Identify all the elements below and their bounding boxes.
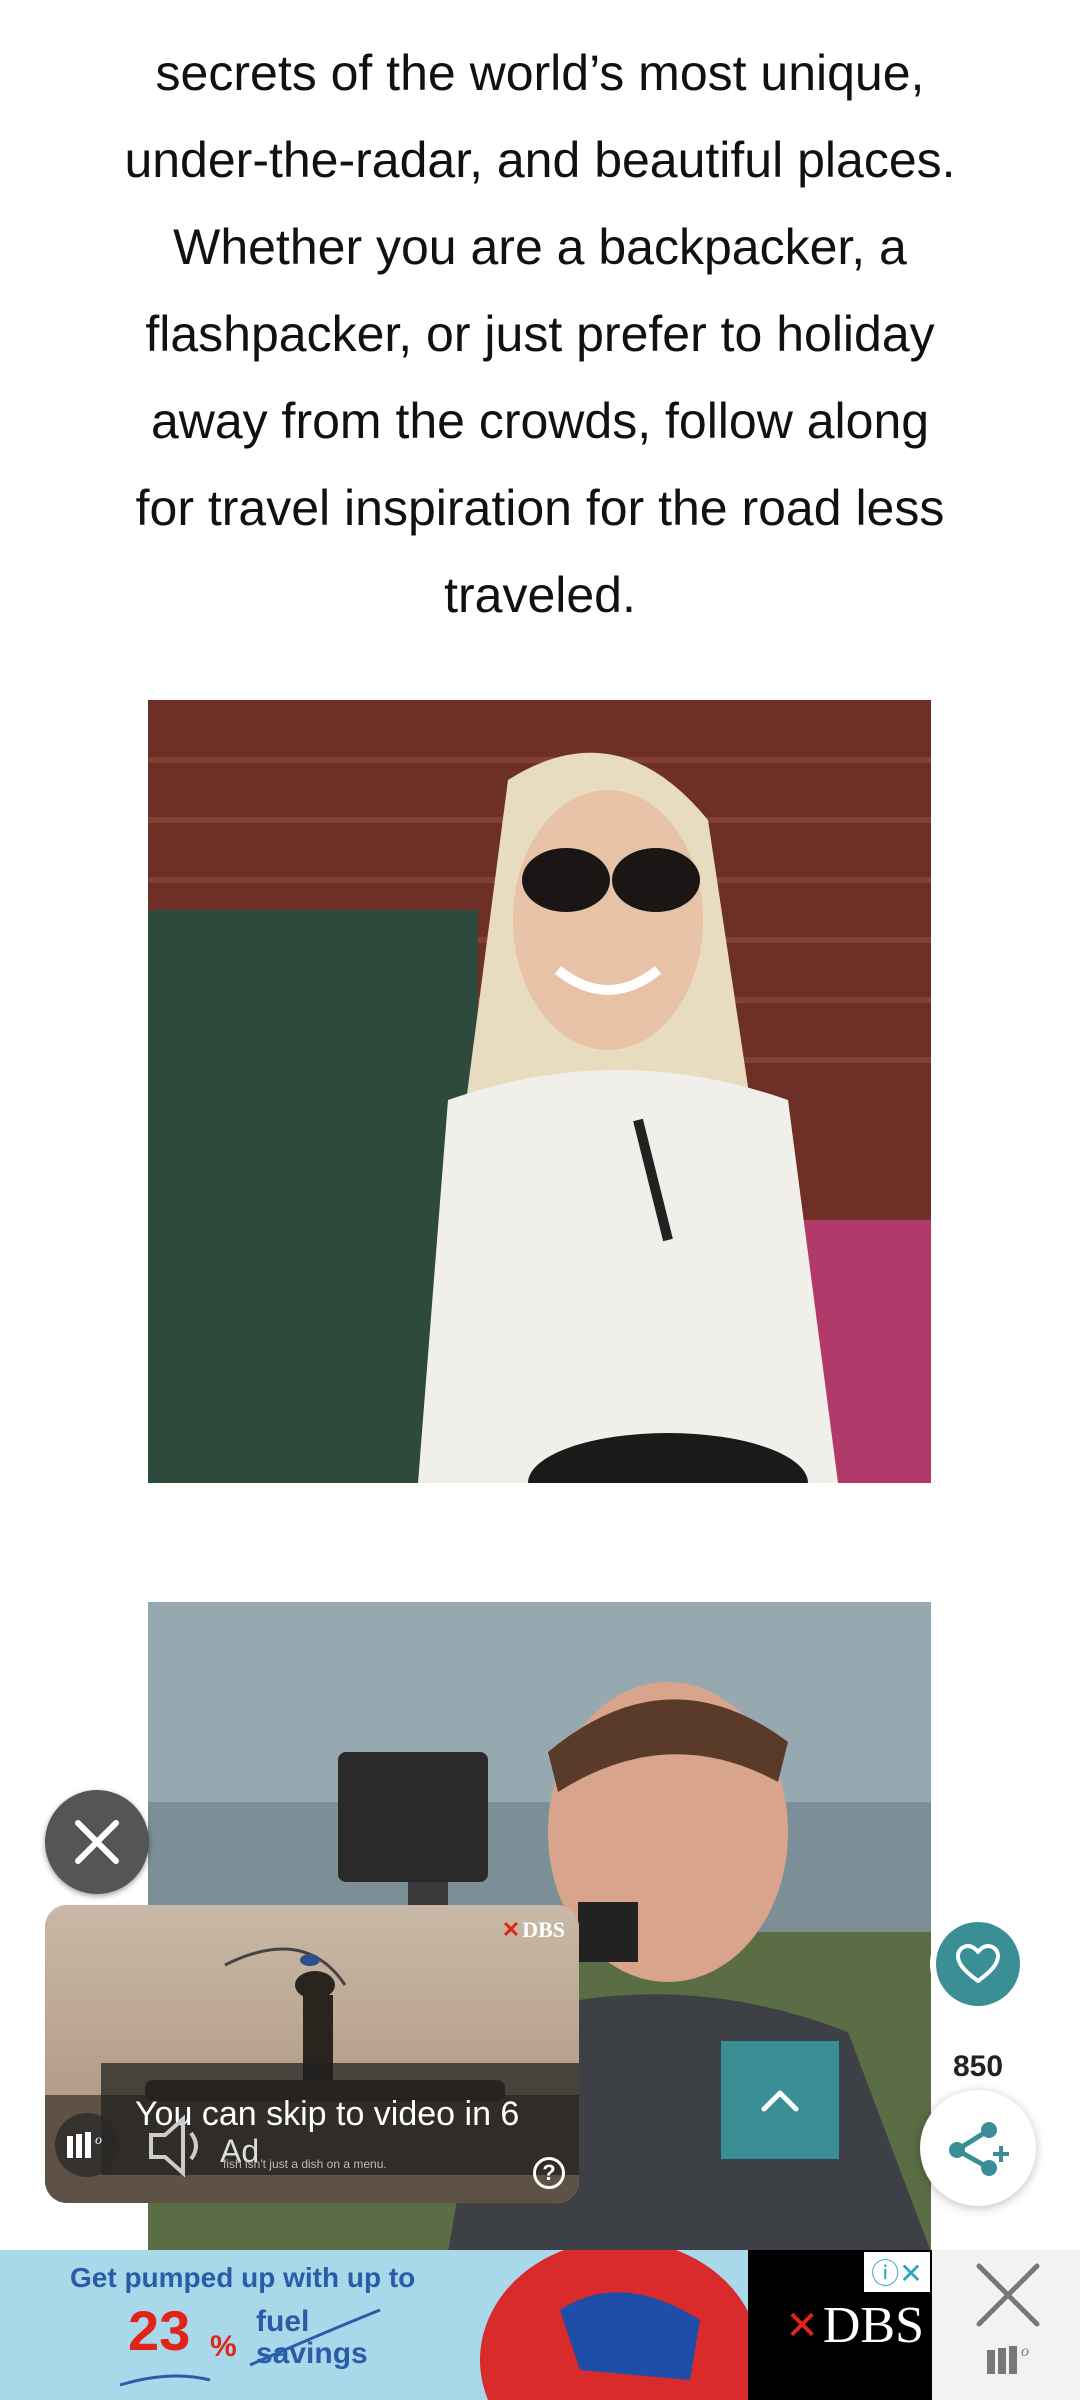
share-count: 850: [952, 2050, 1004, 2083]
heart-icon: [956, 1944, 1000, 1983]
intro-line: Whether you are a backpacker, a: [173, 219, 907, 275]
banner-headline: Get pumped up with up to: [70, 2262, 416, 2293]
banner-fuel-savings: fuel savings: [256, 2306, 368, 2370]
intro-line: under-the-radar, and beautiful places.: [124, 132, 956, 188]
intro-line: away from the crowds, follow along: [150, 393, 930, 449]
svg-text:o: o: [95, 2133, 102, 2148]
share-icon: [949, 2122, 1009, 2176]
dbs-logo-icon: ✕: [501, 1917, 521, 1942]
intro-paragraph: secrets of the world’s most unique, unde…: [70, 18, 1010, 639]
banner-percent-sign: %: [210, 2330, 237, 2363]
video-ad-player[interactable]: ✕DBS You can skip to video in 6 Ad fish …: [45, 1905, 579, 2203]
video-ad-close-button[interactable]: [45, 1790, 149, 1894]
intro-line: traveled.: [444, 567, 636, 623]
intro-line: flashpacker, or just prefer to holiday: [145, 306, 935, 362]
banner-close-button[interactable]: [968, 2255, 1048, 2335]
banner-savings: savings: [256, 2337, 368, 2370]
close-icon: [75, 1820, 119, 1864]
chevron-up-icon: [761, 2090, 799, 2112]
help-icon[interactable]: ?: [533, 2157, 565, 2189]
intro-cut-line: [70, 4, 1010, 30]
intro-line: for travel inspiration for the road less: [135, 480, 945, 536]
banner-percent: 23: [128, 2299, 191, 2362]
mute-toggle[interactable]: [143, 2111, 213, 2186]
banner-ad[interactable]: Get pumped up with up to 23 % fuel savin…: [0, 2250, 932, 2400]
close-icon: [976, 2263, 1040, 2327]
dbs-logo-icon: ✕: [785, 2302, 819, 2348]
adchoices-icon[interactable]: ⓘ✕: [864, 2252, 930, 2292]
video-ad-caption: fish isn't just a dish on a menu.: [223, 2157, 387, 2171]
share-button[interactable]: [920, 2090, 1036, 2206]
share-column: 850: [920, 1900, 1036, 2206]
banner-fuel: fuel: [256, 2305, 310, 2338]
video-ad-brand: ✕DBS: [501, 1917, 565, 1942]
favorite-button[interactable]: [936, 1922, 1020, 2006]
publisher-logo-icon: o: [985, 2340, 1045, 2381]
svg-text:o: o: [1021, 2343, 1029, 2360]
author-photo-woman: [148, 700, 931, 1483]
intro-line: secrets of the world’s most unique,: [155, 45, 925, 101]
back-to-top-button[interactable]: [721, 2041, 839, 2159]
publisher-logo-icon: o: [55, 2113, 119, 2177]
speaker-icon: [149, 2114, 198, 2178]
